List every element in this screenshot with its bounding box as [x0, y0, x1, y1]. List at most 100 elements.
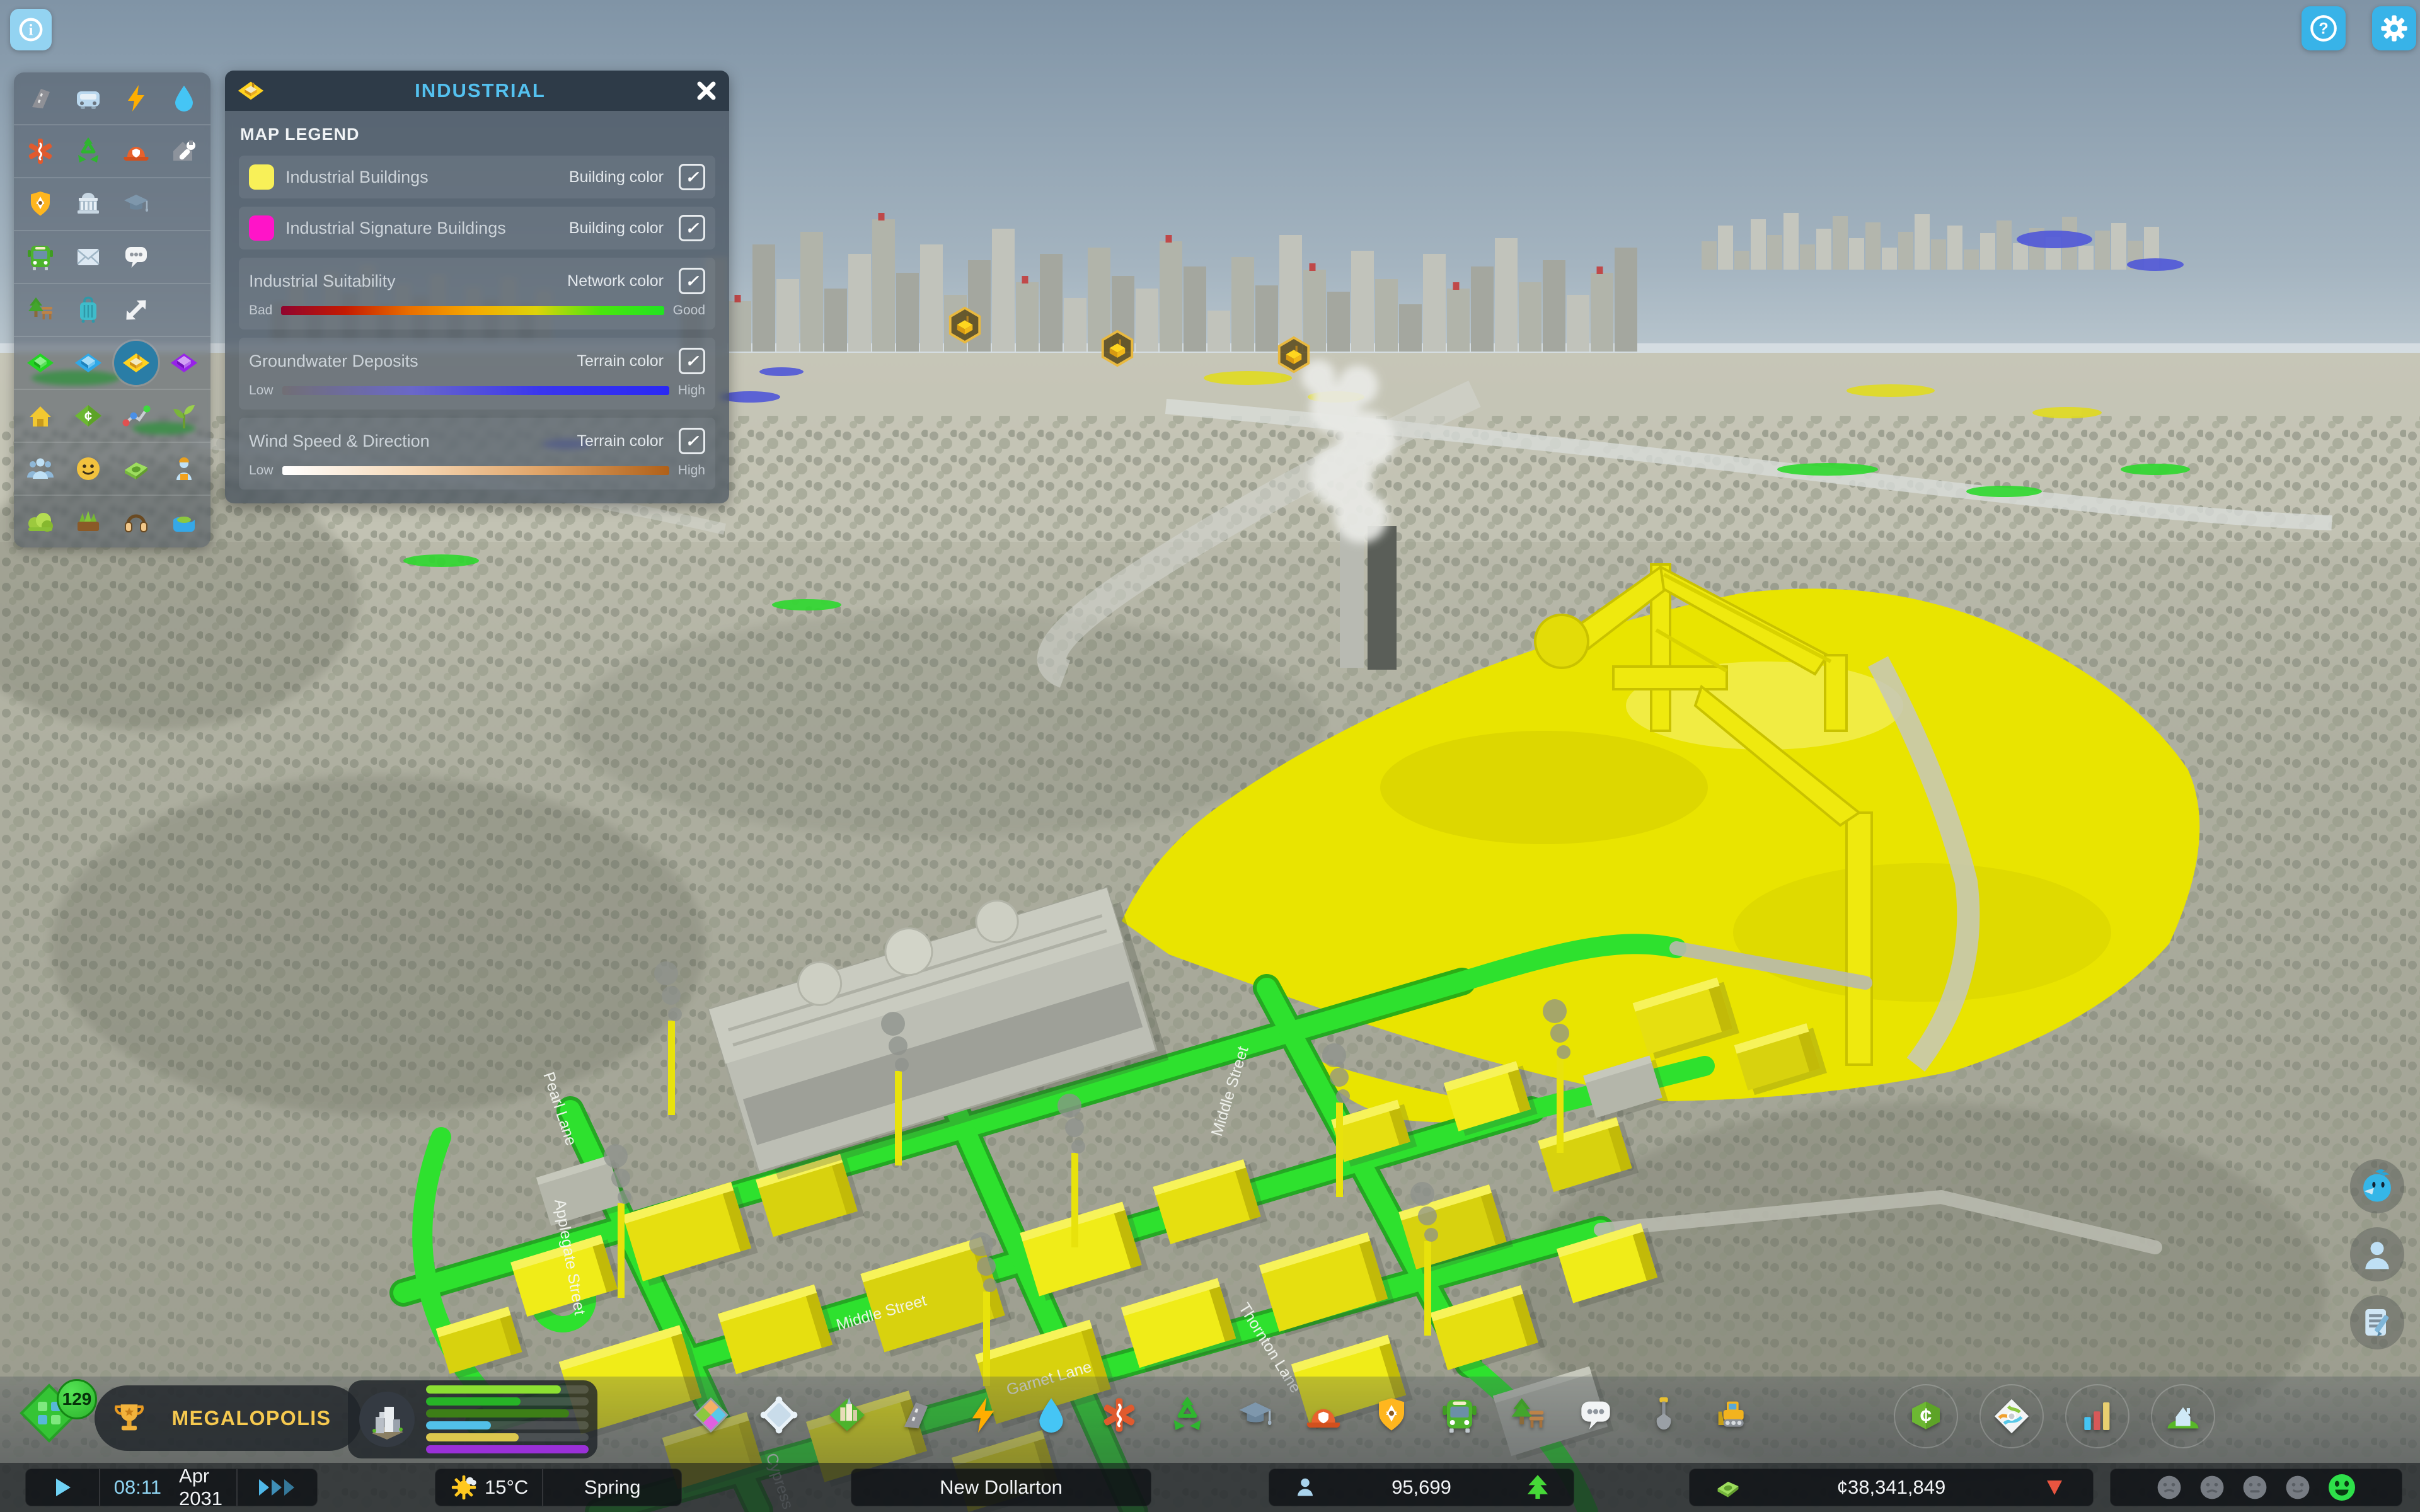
industrial-icon	[236, 76, 265, 105]
terraform-icon[interactable]	[1637, 1388, 1691, 1442]
population-value: 95,699	[1392, 1476, 1451, 1499]
infoview-menu-button[interactable]: i	[10, 9, 52, 50]
legend-row-signature-buildings: Industrial Signature Buildings Building …	[239, 207, 715, 249]
xp-level-badge: 129	[57, 1379, 97, 1419]
routes-icon[interactable]	[114, 288, 158, 332]
checkbox[interactable]: ✓	[679, 268, 705, 294]
districts-icon[interactable]	[752, 1388, 806, 1442]
legend-row-industrial-buildings: Industrial Buildings Building color ✓	[239, 156, 715, 198]
checkbox[interactable]: ✓	[679, 428, 705, 454]
roads-icon[interactable]	[18, 76, 62, 120]
help-icon: ?	[2308, 13, 2339, 44]
zone-residential-icon[interactable]	[18, 341, 62, 385]
mail-icon[interactable]	[66, 235, 110, 279]
sun-icon	[449, 1473, 478, 1502]
housing-icon[interactable]	[18, 394, 62, 438]
money-icon[interactable]	[114, 447, 158, 491]
checkbox[interactable]: ✓	[679, 164, 705, 190]
groundwater-gradient	[282, 386, 669, 395]
communications-icon[interactable]	[114, 235, 158, 279]
water-pollution-icon[interactable]	[162, 500, 206, 544]
electricity-icon[interactable]	[956, 1388, 1010, 1442]
landmarks-icon[interactable]	[820, 1388, 874, 1442]
fire-rescue-icon[interactable]	[1296, 1388, 1351, 1442]
play-pause-button[interactable]	[26, 1469, 99, 1506]
happiness-face-2-icon	[2196, 1471, 2228, 1504]
healthcare-icon[interactable]	[18, 129, 62, 173]
garbage-icon[interactable]	[66, 129, 110, 173]
statistics-icon[interactable]	[2065, 1384, 2129, 1448]
transport-icon[interactable]	[18, 235, 62, 279]
growth-icon[interactable]	[162, 394, 206, 438]
electricity-icon[interactable]	[114, 76, 158, 120]
happiness-widget[interactable]	[2110, 1469, 2402, 1506]
administration-icon[interactable]	[66, 182, 110, 226]
police-icon[interactable]	[18, 182, 62, 226]
police-icon[interactable]	[1364, 1388, 1419, 1442]
zone-industrial-icon[interactable]	[114, 341, 158, 385]
panel-header: INDUSTRIAL	[225, 71, 729, 111]
followed-citizens-button[interactable]	[2350, 1227, 2404, 1281]
info-views-icon[interactable]	[1979, 1384, 2044, 1448]
city-demand-icon	[357, 1389, 417, 1450]
game-screen: Middle Street Garnet Lane Applegate Stre…	[0, 0, 2420, 1512]
education-icon[interactable]	[1228, 1388, 1282, 1442]
sidebar-row	[14, 125, 210, 178]
chirper-button[interactable]	[2350, 1159, 2404, 1213]
tourism-icon[interactable]	[66, 288, 110, 332]
help-button[interactable]: ?	[2302, 6, 2346, 50]
land-value-icon[interactable]	[66, 394, 110, 438]
workers-icon[interactable]	[162, 447, 206, 491]
panel-title: INDUSTRIAL	[265, 79, 695, 102]
demand-bar	[426, 1433, 589, 1441]
trends-icon[interactable]	[114, 394, 158, 438]
zoning-demand-widget[interactable]	[348, 1380, 597, 1458]
zone-commercial-icon[interactable]	[66, 341, 110, 385]
sidebar-row	[14, 284, 210, 337]
weather-widget[interactable]: 15°C Spring	[435, 1469, 682, 1506]
legend-mode-label: Terrain color	[577, 352, 664, 370]
milestone-widget[interactable]: MEGALOPOLIS	[95, 1385, 362, 1451]
zones-icon[interactable]	[684, 1388, 738, 1442]
roads-icon[interactable]	[888, 1388, 942, 1442]
water-icon[interactable]	[1024, 1388, 1078, 1442]
money-widget[interactable]: ¢38,341,849	[1689, 1469, 2094, 1506]
maintenance-icon[interactable]	[162, 129, 206, 173]
svg-text:i: i	[29, 22, 33, 39]
parks-icon[interactable]	[18, 288, 62, 332]
healthcare-icon[interactable]	[1092, 1388, 1146, 1442]
garbage-icon[interactable]	[1160, 1388, 1214, 1442]
zone-office-icon[interactable]	[162, 341, 206, 385]
economy-icon[interactable]	[1894, 1384, 1958, 1448]
noise-pollution-icon[interactable]	[114, 500, 158, 544]
transport-icon[interactable]	[1432, 1388, 1487, 1442]
settings-button[interactable]	[2372, 6, 2416, 50]
gear-icon	[2378, 12, 2411, 45]
city-name-widget[interactable]: New Dollarton	[851, 1469, 1151, 1506]
speed-button[interactable]	[238, 1469, 317, 1506]
journal-button[interactable]	[2350, 1295, 2404, 1349]
sidebar-row	[14, 72, 210, 125]
legend-row-industrial-suitability: Industrial Suitability Network color ✓ B…	[239, 258, 715, 329]
education-icon[interactable]	[114, 182, 158, 226]
communications-icon[interactable]	[1569, 1388, 1623, 1442]
nature-icon[interactable]	[18, 500, 62, 544]
water-icon[interactable]	[162, 76, 206, 120]
population-widget[interactable]: 95,699	[1269, 1469, 1574, 1506]
ground-pollution-icon[interactable]	[66, 500, 110, 544]
toolbar-main-icons	[684, 1388, 1759, 1442]
city-info-icon[interactable]	[2151, 1384, 2215, 1448]
fire-rescue-icon[interactable]	[114, 129, 158, 173]
parks-icon[interactable]	[1501, 1388, 1555, 1442]
city-name: New Dollarton	[940, 1476, 1063, 1499]
close-icon[interactable]	[695, 79, 718, 102]
happiness-icon[interactable]	[66, 447, 110, 491]
population-icon[interactable]	[18, 447, 62, 491]
checkbox[interactable]: ✓	[679, 215, 705, 241]
happiness-face-happy-icon	[2324, 1470, 2360, 1505]
checkbox[interactable]: ✓	[679, 348, 705, 374]
bulldoze-icon[interactable]	[1705, 1388, 1759, 1442]
play-icon	[52, 1477, 73, 1498]
vehicles-icon[interactable]	[66, 76, 110, 120]
industrial-infoview-panel: INDUSTRIAL MAP LEGEND Industrial Buildin…	[225, 71, 729, 503]
